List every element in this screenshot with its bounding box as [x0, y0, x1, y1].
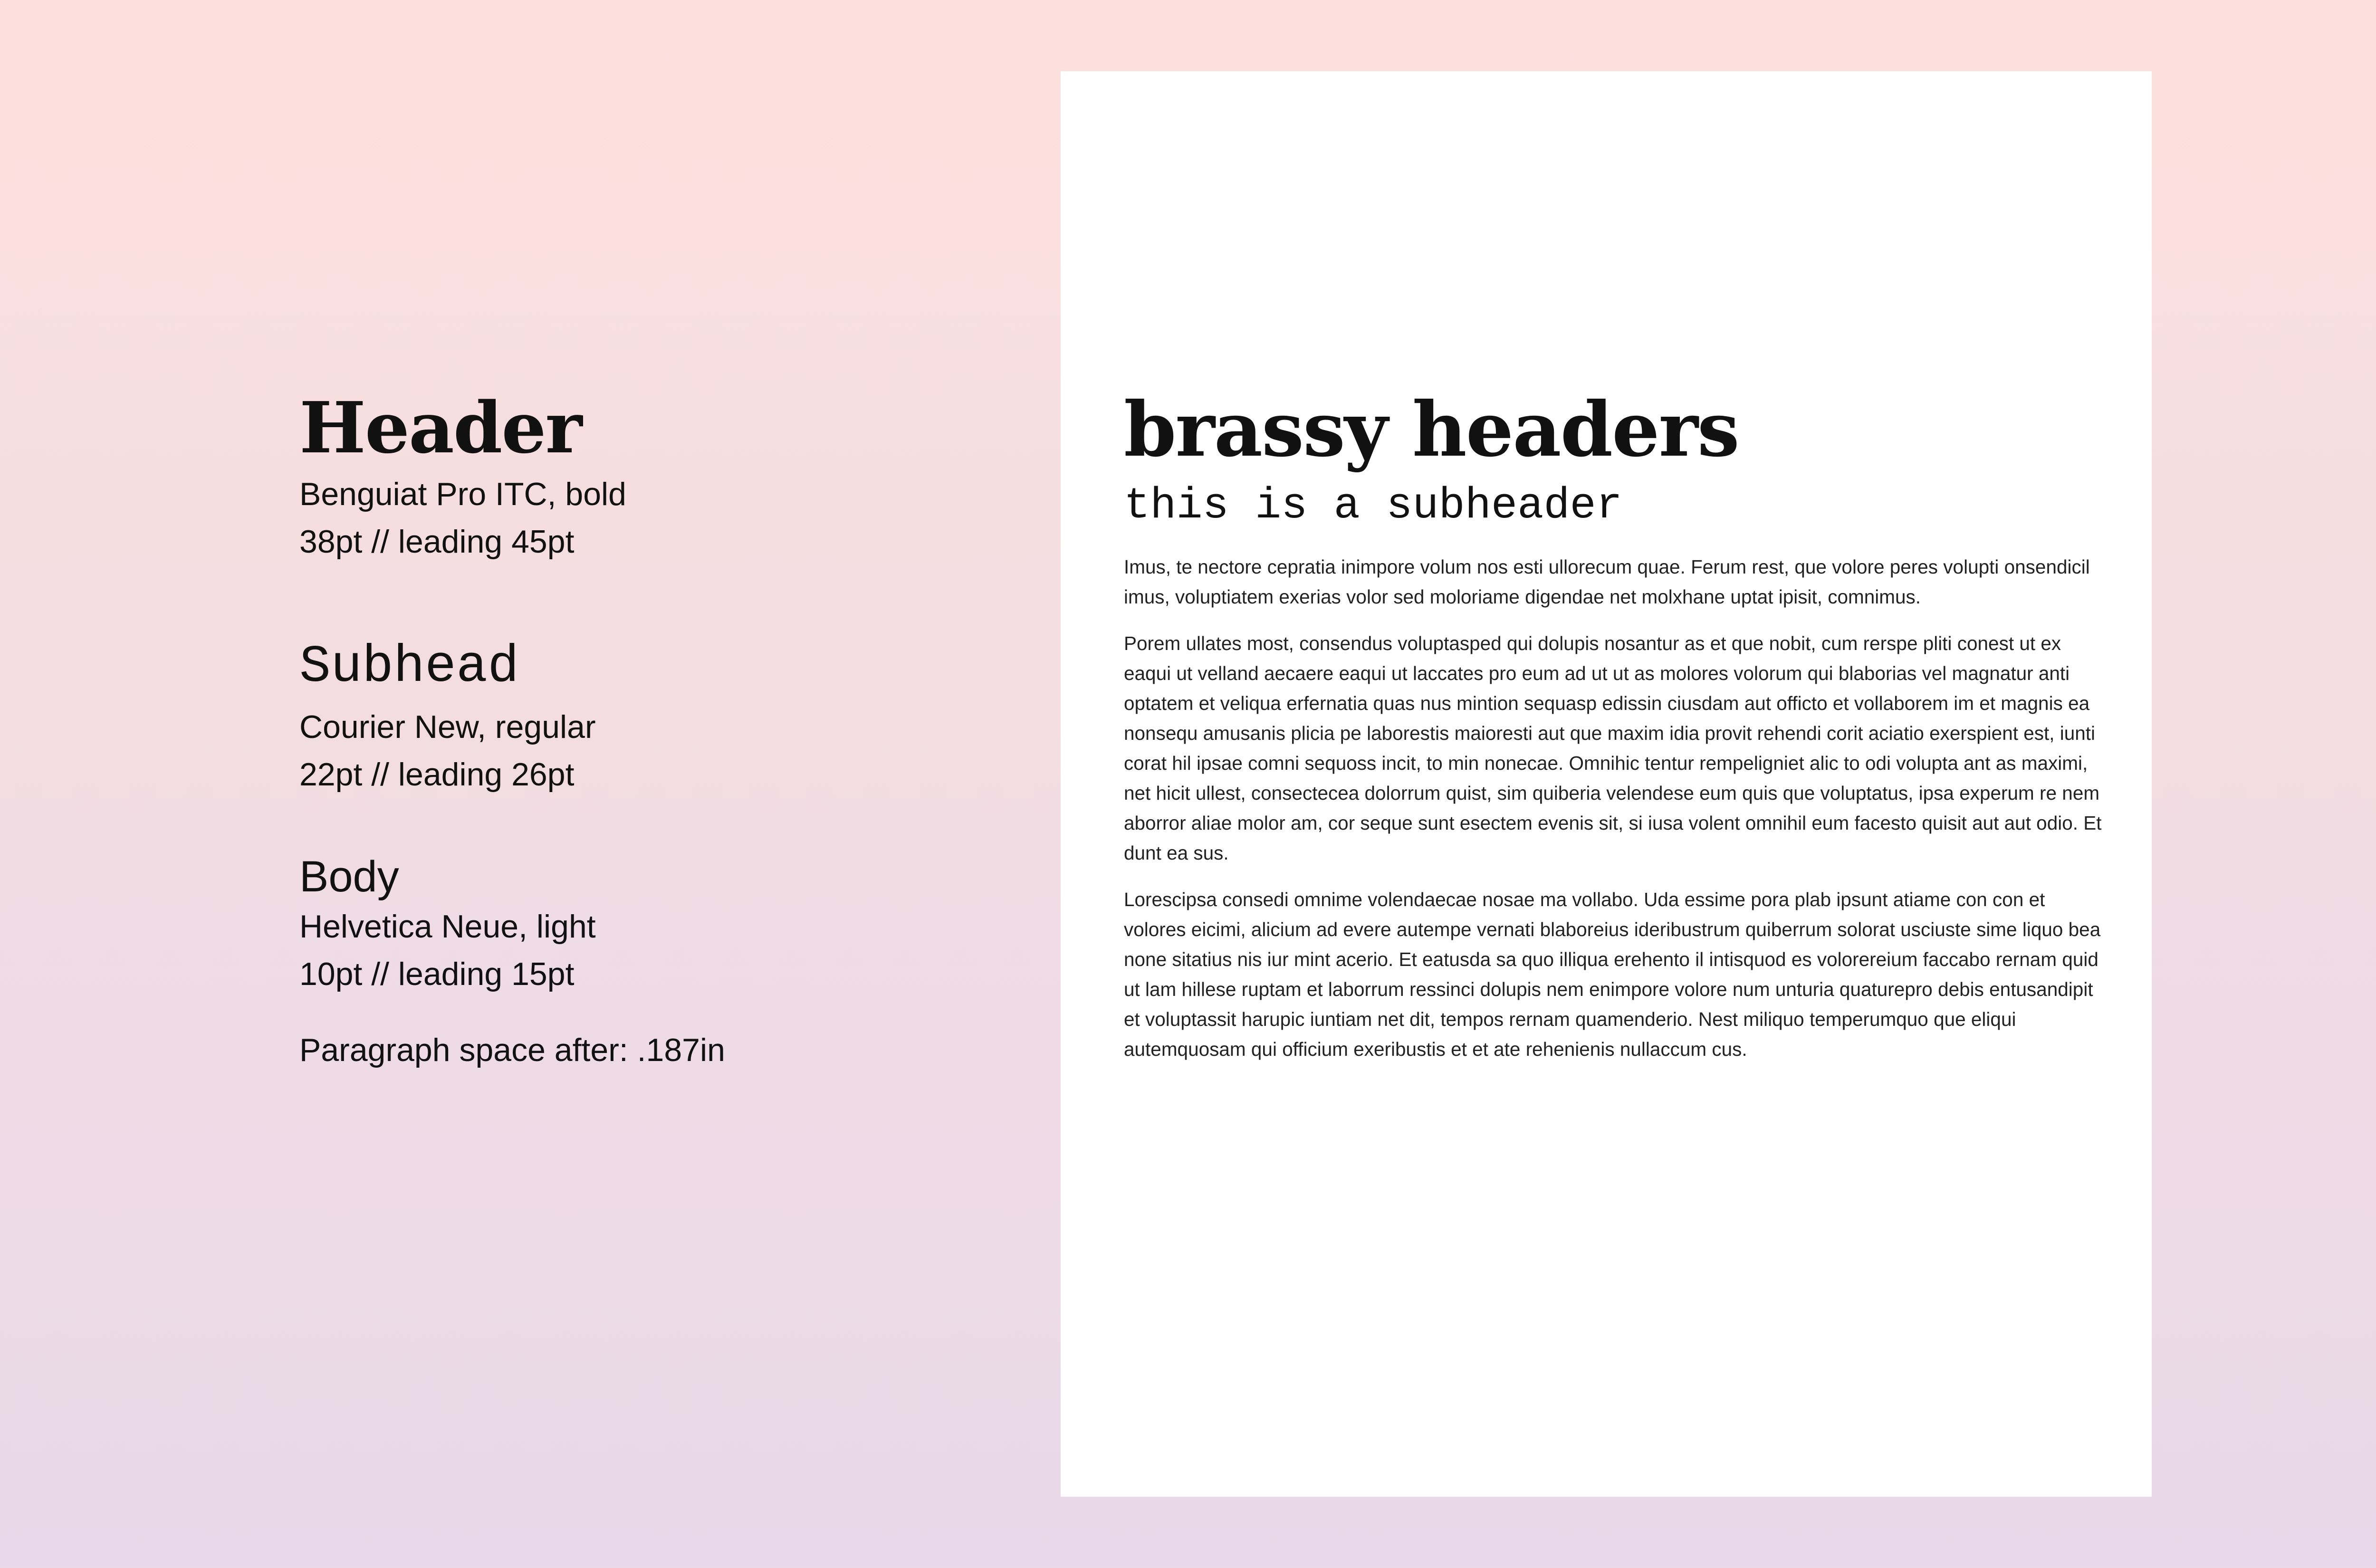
body-spec-paragraph-space: Paragraph space after: .187in: [299, 1032, 725, 1068]
subhead-spec-title: Subhead: [299, 638, 519, 697]
subhead-spec-font: Courier New, regular: [299, 709, 596, 745]
header-spec-font: Benguiat Pro ITC, bold: [299, 476, 626, 512]
type-specs-panel: Header Benguiat Pro ITC, bold 38pt // le…: [299, 385, 1012, 1074]
sample-body: Imus, te nectore cepratia inimpore volum…: [1124, 552, 2108, 1064]
sample-page: brassy headers this is a subheader Imus,…: [1061, 71, 2152, 1497]
body-spec-size: 10pt // leading 15pt: [299, 956, 575, 992]
body-spec-title: Body: [299, 852, 399, 901]
sample-paragraph-2: Porem ullates most, consendus voluptaspe…: [1124, 632, 2102, 864]
sample-header: brassy headers: [1124, 386, 1740, 474]
sample-paragraph-1: Imus, te nectore cepratia inimpore volum…: [1124, 556, 2090, 608]
sample-paragraph-3: Lorescipsa consedi omnime volendaecae no…: [1124, 889, 2101, 1060]
sample-subheader: this is a subheader: [1124, 481, 1622, 531]
subhead-spec-size: 22pt // leading 26pt: [299, 756, 575, 793]
header-spec-size: 38pt // leading 45pt: [299, 524, 575, 560]
body-spec-font: Helvetica Neue, light: [299, 908, 596, 945]
header-spec-title: Header: [299, 386, 583, 469]
sample-content: brassy headers this is a subheader Imus,…: [1124, 385, 2108, 1081]
